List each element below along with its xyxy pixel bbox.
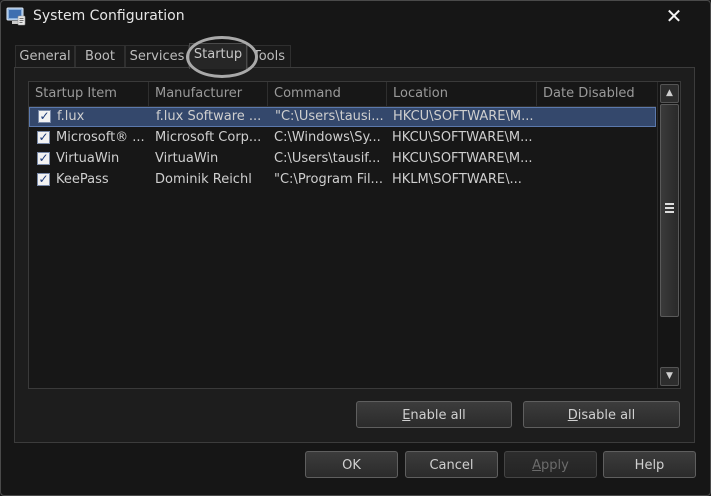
startup-item-location: HKLM\SOFTWARE\... [392, 172, 522, 187]
startup-row-flux[interactable]: ✓ f.lux f.lux Software ... "C:\Users\tau… [29, 107, 656, 127]
startup-item-checkbox[interactable]: ✓ [37, 131, 50, 144]
tab-startup[interactable]: Startup [189, 43, 247, 69]
ok-button[interactable]: OK [305, 451, 398, 478]
scroll-up-arrow-icon[interactable]: ▲ [660, 84, 679, 103]
window-title: System Configuration [33, 8, 185, 24]
cancel-button[interactable]: Cancel [405, 451, 498, 478]
startup-list-header: Startup Item Manufacturer Command Locati… [29, 82, 656, 107]
msconfig-app-icon [6, 7, 26, 26]
startup-row-virtuawin[interactable]: ✓ VirtuaWin VirtuaWin C:\Users\tausif...… [29, 149, 656, 169]
column-header-startup-item[interactable]: Startup Item [29, 82, 149, 106]
startup-list[interactable]: Startup Item Manufacturer Command Locati… [28, 81, 681, 389]
scrollbar-thumb[interactable] [660, 104, 679, 317]
startup-row-microsoft[interactable]: ✓ Microsoft® ... Microsoft Corp... C:\Wi… [29, 128, 656, 148]
startup-item-date-disabled [543, 170, 653, 190]
tab-boot[interactable]: Boot [75, 45, 125, 68]
startup-item-location: HKCU\SOFTWARE\M... [392, 151, 533, 166]
startup-item-location: HKCU\SOFTWARE\M... [393, 109, 534, 124]
apply-label: pply [541, 458, 569, 473]
tab-general[interactable]: General [15, 45, 75, 68]
disable-all-label: isable all [577, 408, 636, 423]
startup-item-command: "C:\Program Fil... [274, 172, 383, 187]
vertical-scrollbar[interactable]: ▲ ▼ [657, 82, 680, 388]
apply-hotkey: A [532, 458, 542, 473]
startup-item-command: C:\Users\tausif... [274, 151, 381, 166]
disable-all-hotkey: D [567, 408, 578, 423]
startup-item-command: C:\Windows\Sy... [274, 130, 381, 145]
tab-services[interactable]: Services [125, 45, 189, 68]
column-header-command[interactable]: Command [268, 82, 387, 106]
startup-tab-panel: Startup Item Manufacturer Command Locati… [14, 67, 695, 443]
column-header-location[interactable]: Location [387, 82, 537, 106]
startup-item-location: HKCU\SOFTWARE\M... [392, 130, 533, 145]
startup-item-checkbox[interactable]: ✓ [37, 152, 50, 165]
apply-button[interactable]: Apply [504, 451, 597, 478]
enable-all-button[interactable]: Enable all [356, 401, 512, 428]
startup-item-date-disabled [543, 128, 653, 148]
startup-item-name: KeePass [56, 172, 109, 187]
system-configuration-window: System Configuration ✕ General Boot Serv… [0, 0, 711, 496]
startup-item-name: Microsoft® ... [56, 130, 144, 145]
grip-icon [665, 203, 674, 213]
startup-item-name: f.lux [57, 109, 85, 124]
startup-item-date-disabled [544, 107, 654, 127]
startup-item-date-disabled [543, 149, 653, 169]
startup-item-command: "C:\Users\tausi... [275, 109, 384, 124]
column-header-date-disabled[interactable]: Date Disabled [537, 82, 656, 106]
startup-item-checkbox[interactable]: ✓ [37, 173, 50, 186]
title-bar[interactable]: System Configuration ✕ [1, 1, 710, 35]
tab-tools[interactable]: Tools [247, 45, 291, 68]
scroll-down-arrow-icon[interactable]: ▼ [660, 367, 679, 386]
startup-item-name: VirtuaWin [56, 151, 120, 166]
startup-item-checkbox[interactable]: ✓ [38, 110, 51, 123]
disable-all-button[interactable]: Disable all [523, 401, 680, 428]
startup-item-manufacturer: f.lux Software ... [156, 109, 262, 124]
startup-item-manufacturer: Dominik Reichl [155, 172, 252, 187]
close-icon[interactable]: ✕ [661, 3, 687, 29]
startup-row-keepass[interactable]: ✓ KeePass Dominik Reichl "C:\Program Fil… [29, 170, 656, 190]
column-header-manufacturer[interactable]: Manufacturer [149, 82, 268, 106]
help-button[interactable]: Help [603, 451, 696, 478]
startup-item-manufacturer: Microsoft Corp... [155, 130, 262, 145]
startup-item-manufacturer: VirtuaWin [155, 151, 219, 166]
enable-all-label: nable all [410, 408, 466, 423]
